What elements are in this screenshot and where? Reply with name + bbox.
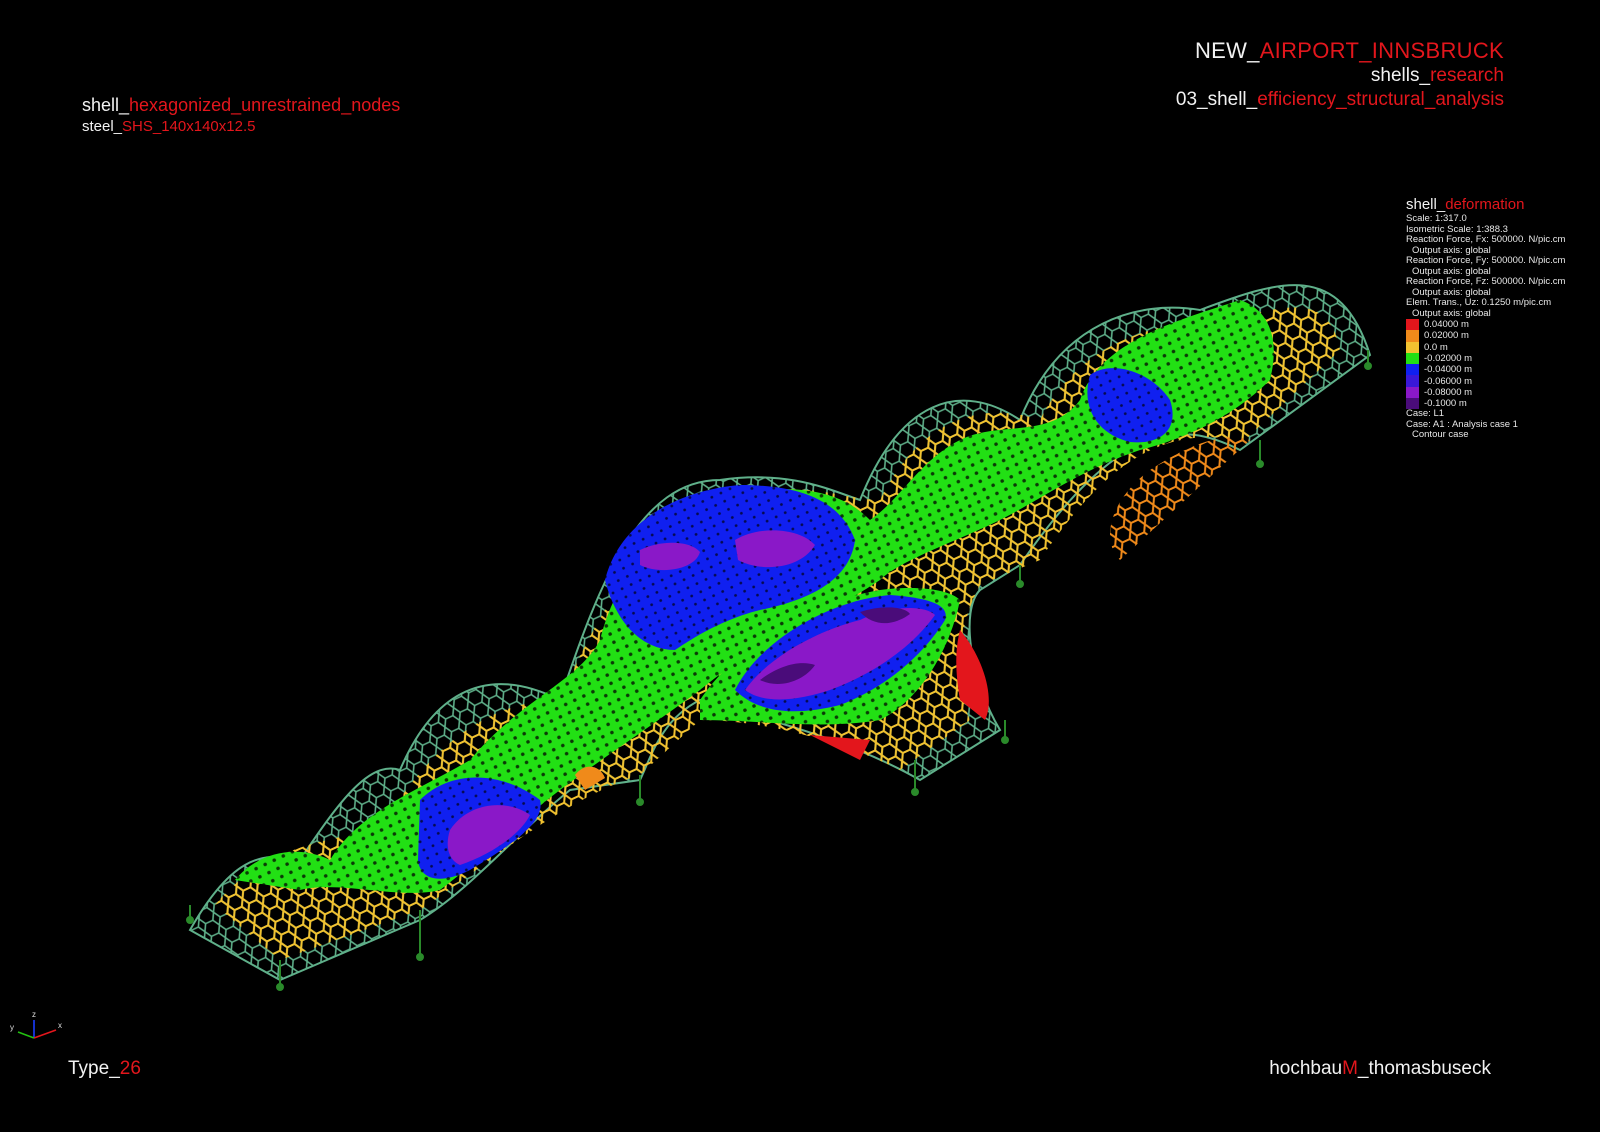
contour-label: 0.02000 m: [1424, 330, 1469, 342]
contour-scale: 0.04000 m 0.02000 m 0.0 m -0.02000 m -0.0400…: [1406, 319, 1565, 410]
project-subtitle: shells_research: [1370, 65, 1504, 86]
shell-deformation-model: [186, 284, 1372, 991]
subject-block: shell_hexagonized_unrestrained_nodes ste…: [82, 94, 400, 137]
contour-level-row: 0.02000 m: [1406, 330, 1565, 342]
contour-swatch: [1406, 386, 1419, 399]
axis-triad: z x y: [10, 1010, 62, 1039]
contour-swatch: [1406, 319, 1419, 331]
contour-level-row: 0.04000 m: [1406, 319, 1565, 331]
contour-level-row: -0.02000 m: [1406, 352, 1565, 365]
type-label: Type_26: [68, 1058, 141, 1079]
sheet-title: 03_shell_efficiency_structural_analysis: [1175, 89, 1504, 110]
contour-level-row: -0.08000 m: [1406, 386, 1565, 399]
legend-info-line: Scale: 1:317.0: [1406, 213, 1467, 224]
axis-z-label: z: [32, 1010, 36, 1019]
author-credit: hochbauM_thomasbuseck: [1269, 1058, 1491, 1079]
contour-level-row: -0.06000 m: [1406, 375, 1565, 387]
legend-case-line: Contour case: [1412, 429, 1469, 441]
contour-label: -0.06000 m: [1424, 375, 1473, 387]
contour-swatch: [1406, 341, 1419, 353]
legend-info-line: Reaction Force, Fy: 500000. N/pic.cm: [1406, 255, 1566, 266]
project-title: NEW_AIRPORT_INNSBRUCK: [1194, 38, 1504, 63]
contour-swatch: [1406, 330, 1419, 342]
title-block: NEW_AIRPORT_INNSBRUCK shells_research 03…: [1176, 38, 1504, 112]
axis-y-label: y: [10, 1023, 14, 1032]
legend-heading: shell_deformation: [1406, 196, 1525, 213]
legend-info-line: Elem. Trans., Uz: 0.1250 m/pic.cm: [1406, 297, 1552, 308]
contour-label: -0.02000 m: [1424, 353, 1473, 365]
contour-swatch: [1406, 352, 1419, 365]
deformation-legend: shell_deformation Scale: 1:317.0 Isometr…: [1406, 196, 1565, 441]
contour-label: -0.04000 m: [1424, 364, 1473, 376]
legend-info-line: Reaction Force, Fz: 500000. N/pic.cm: [1406, 276, 1566, 287]
contour-swatch: [1406, 364, 1419, 376]
steel-section-label: steel_SHS_140x140x12.5: [82, 118, 256, 135]
axis-x-label: x: [58, 1021, 62, 1030]
contour-level-row: 0.0 m: [1406, 341, 1565, 353]
contour-label: -0.08000 m: [1424, 386, 1473, 398]
legend-info-line: Reaction Force, Fx: 500000. N/pic.cm: [1406, 234, 1566, 245]
shell-type-label: shell_hexagonized_unrestrained_nodes: [82, 95, 401, 115]
contour-level-row: -0.04000 m: [1406, 364, 1565, 376]
contour-label: 0.04000 m: [1424, 319, 1469, 331]
contour-label: 0.0 m: [1424, 341, 1448, 353]
legend-info-line: Output axis: global: [1412, 307, 1491, 319]
contour-swatch: [1406, 375, 1419, 387]
